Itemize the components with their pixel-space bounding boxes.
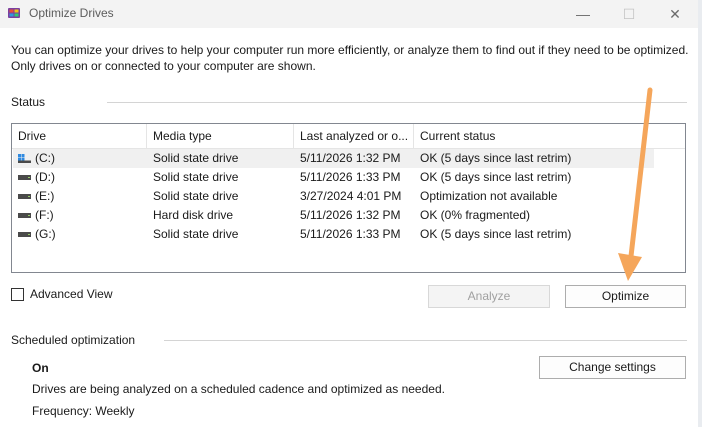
column-header-drive[interactable]: Drive: [12, 124, 147, 148]
drive-row-c[interactable]: (C:) Solid state drive 5/11/2026 1:32 PM…: [13, 149, 654, 168]
schedule-description: Drives are being analyzed on a scheduled…: [32, 382, 445, 396]
drive-icon: [18, 194, 31, 199]
advanced-view-checkbox[interactable]: [11, 288, 24, 301]
title-bar[interactable]: Optimize Drives — ☐ ✕: [0, 0, 698, 28]
optimize-button[interactable]: Optimize: [565, 285, 686, 308]
close-icon: ✕: [669, 5, 681, 22]
minimize-button[interactable]: —: [560, 0, 606, 28]
current-status: Optimization not available: [420, 189, 558, 203]
media-type: Solid state drive: [153, 151, 239, 165]
background-window-edge: [698, 0, 702, 427]
window-title: Optimize Drives: [29, 6, 114, 20]
drive-list[interactable]: Drive Media type Last analyzed or o... C…: [11, 123, 686, 273]
column-header-current-status[interactable]: Current status: [414, 124, 654, 148]
current-status: OK (5 days since last retrim): [420, 170, 572, 184]
media-type: Solid state drive: [153, 227, 239, 241]
optimize-drives-window: Optimize Drives — ☐ ✕ You can optimize y…: [0, 0, 699, 427]
drive-list-header: Drive Media type Last analyzed or o... C…: [12, 124, 685, 149]
current-status: OK (5 days since last retrim): [420, 151, 572, 165]
schedule-frequency: Frequency: Weekly: [32, 404, 135, 418]
drive-name: (D:): [35, 170, 55, 184]
media-type: Hard disk drive: [153, 208, 234, 222]
minimize-icon: —: [576, 6, 590, 22]
status-section-label: Status: [11, 95, 46, 109]
drive-name: (C:): [35, 151, 55, 165]
last-analyzed: 5/11/2026 1:33 PM: [300, 170, 401, 184]
scheduled-divider: [164, 340, 687, 341]
analyze-button[interactable]: Analyze: [428, 285, 550, 308]
drive-name: (G:): [35, 227, 56, 241]
last-analyzed: 5/11/2026 1:32 PM: [300, 208, 401, 222]
last-analyzed: 5/11/2026 1:33 PM: [300, 227, 401, 241]
media-type: Solid state drive: [153, 170, 239, 184]
drive-row-e[interactable]: (E:) Solid state drive 3/27/2024 4:01 PM…: [13, 187, 654, 206]
column-header-last-analyzed[interactable]: Last analyzed or o...: [294, 124, 414, 148]
current-status: OK (0% fragmented): [420, 208, 531, 222]
drive-icon: [18, 232, 31, 237]
drive-row-d[interactable]: (D:) Solid state drive 5/11/2026 1:33 PM…: [13, 168, 654, 187]
advanced-view-label: Advanced View: [30, 287, 113, 301]
status-divider: [107, 102, 687, 103]
current-status: OK (5 days since last retrim): [420, 227, 572, 241]
maximize-icon: ☐: [622, 5, 636, 22]
drive-name: (E:): [35, 189, 55, 203]
column-header-media-type[interactable]: Media type: [147, 124, 294, 148]
drive-row-f[interactable]: (F:) Hard disk drive 5/11/2026 1:32 PM O…: [13, 206, 654, 225]
media-type: Solid state drive: [153, 189, 239, 203]
drive-icon: [18, 213, 31, 218]
intro-text: You can optimize your drives to help you…: [11, 43, 689, 73]
drive-row-g[interactable]: (G:) Solid state drive 5/11/2026 1:33 PM…: [13, 225, 654, 244]
drive-name: (F:): [35, 208, 54, 222]
scheduled-optimization-label: Scheduled optimization: [11, 333, 136, 347]
schedule-state: On: [32, 361, 49, 375]
change-settings-button[interactable]: Change settings: [539, 356, 686, 379]
close-button[interactable]: ✕: [652, 0, 698, 28]
last-analyzed: 3/27/2024 4:01 PM: [300, 189, 402, 203]
last-analyzed: 5/11/2026 1:32 PM: [300, 151, 401, 165]
maximize-button[interactable]: ☐: [606, 0, 652, 28]
defrag-app-icon: [8, 8, 20, 18]
windows-drive-icon: [18, 154, 31, 163]
drive-icon: [18, 175, 31, 180]
